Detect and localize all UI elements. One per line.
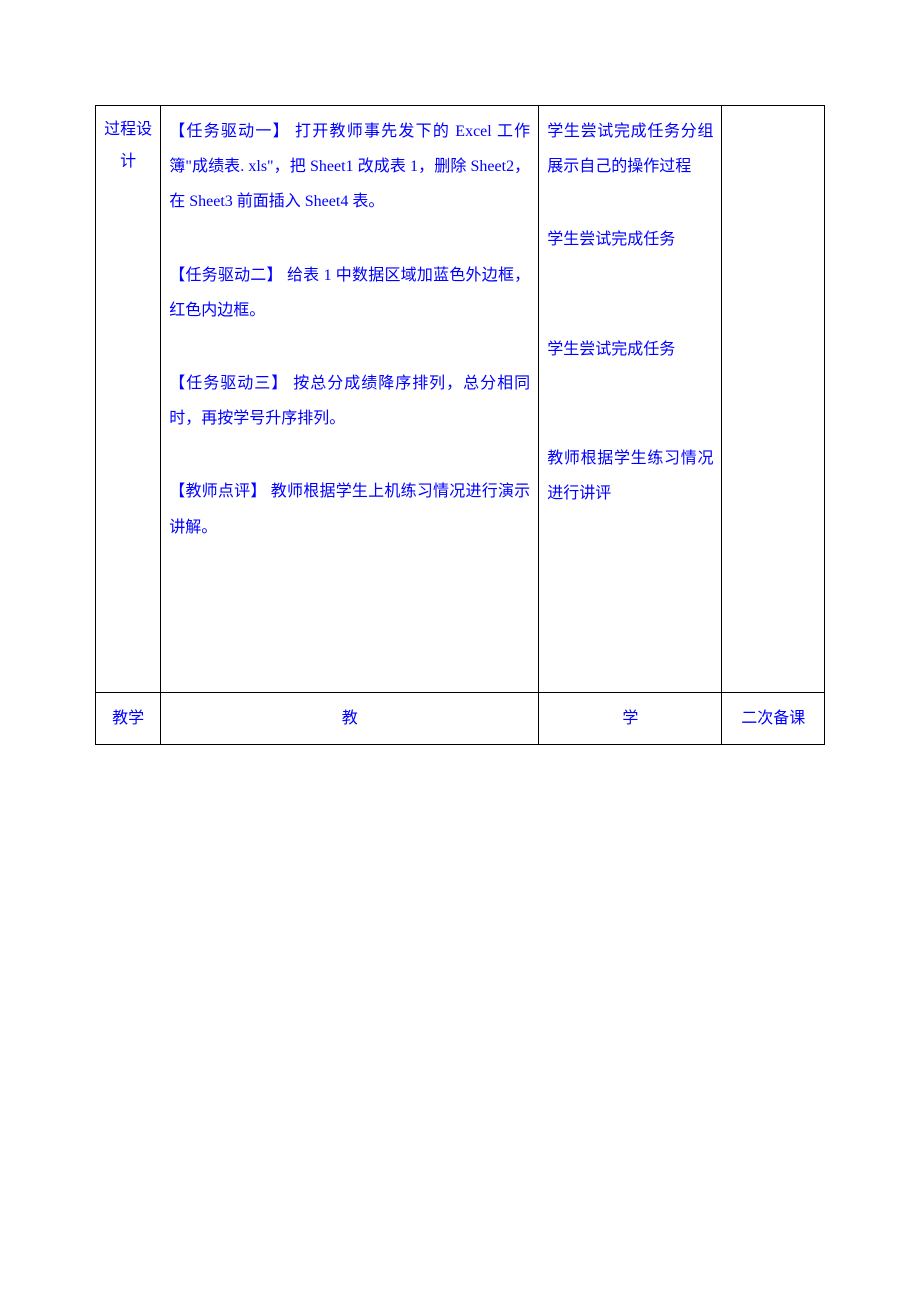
header-teach-cell: 教 xyxy=(161,693,539,745)
header-label-cell: 教学 xyxy=(96,693,161,745)
header-label-text: 教学 xyxy=(112,710,144,727)
header-prep-cell: 二次备课 xyxy=(722,693,825,745)
header-study-cell: 学 xyxy=(539,693,722,745)
student-note-4: 教师根据学生练习情况进行讲评 xyxy=(547,441,713,511)
section-header-row: 教学 教 学 二次备课 xyxy=(96,693,825,745)
teacher-activity-cell: 【任务驱动一】 打开教师事先发下的 Excel 工作簿"成绩表. xls"，把 … xyxy=(161,106,539,693)
page-content: 过程设计 【任务驱动一】 打开教师事先发下的 Excel 工作簿"成绩表. xl… xyxy=(0,0,920,745)
main-content-row: 过程设计 【任务驱动一】 打开教师事先发下的 Excel 工作簿"成绩表. xl… xyxy=(96,106,825,693)
row-label-cell: 过程设计 xyxy=(96,106,161,693)
task-driven-3: 【任务驱动三】 按总分成绩降序排列，总分相同时，再按学号升序排列。 xyxy=(169,366,530,436)
task-driven-1: 【任务驱动一】 打开教师事先发下的 Excel 工作簿"成绩表. xls"，把 … xyxy=(169,114,530,220)
student-note-2: 学生尝试完成任务 xyxy=(547,222,713,257)
task-driven-2: 【任务驱动二】 给表 1 中数据区域加蓝色外边框，红色内边框。 xyxy=(169,258,530,328)
lesson-plan-table: 过程设计 【任务驱动一】 打开教师事先发下的 Excel 工作簿"成绩表. xl… xyxy=(95,105,825,745)
header-prep-text: 二次备课 xyxy=(741,710,805,727)
student-note-1: 学生尝试完成任务分组展示自己的操作过程 xyxy=(547,114,713,184)
student-activity-cell: 学生尝试完成任务分组展示自己的操作过程 学生尝试完成任务 学生尝试完成任务 教师… xyxy=(539,106,722,693)
student-note-3: 学生尝试完成任务 xyxy=(547,332,713,367)
row-label-text: 过程设计 xyxy=(104,121,152,170)
secondary-prep-cell xyxy=(722,106,825,693)
teacher-review: 【教师点评】 教师根据学生上机练习情况进行演示讲解。 xyxy=(169,474,530,544)
header-teach-text: 教 xyxy=(342,710,358,727)
header-study-text: 学 xyxy=(622,710,638,727)
